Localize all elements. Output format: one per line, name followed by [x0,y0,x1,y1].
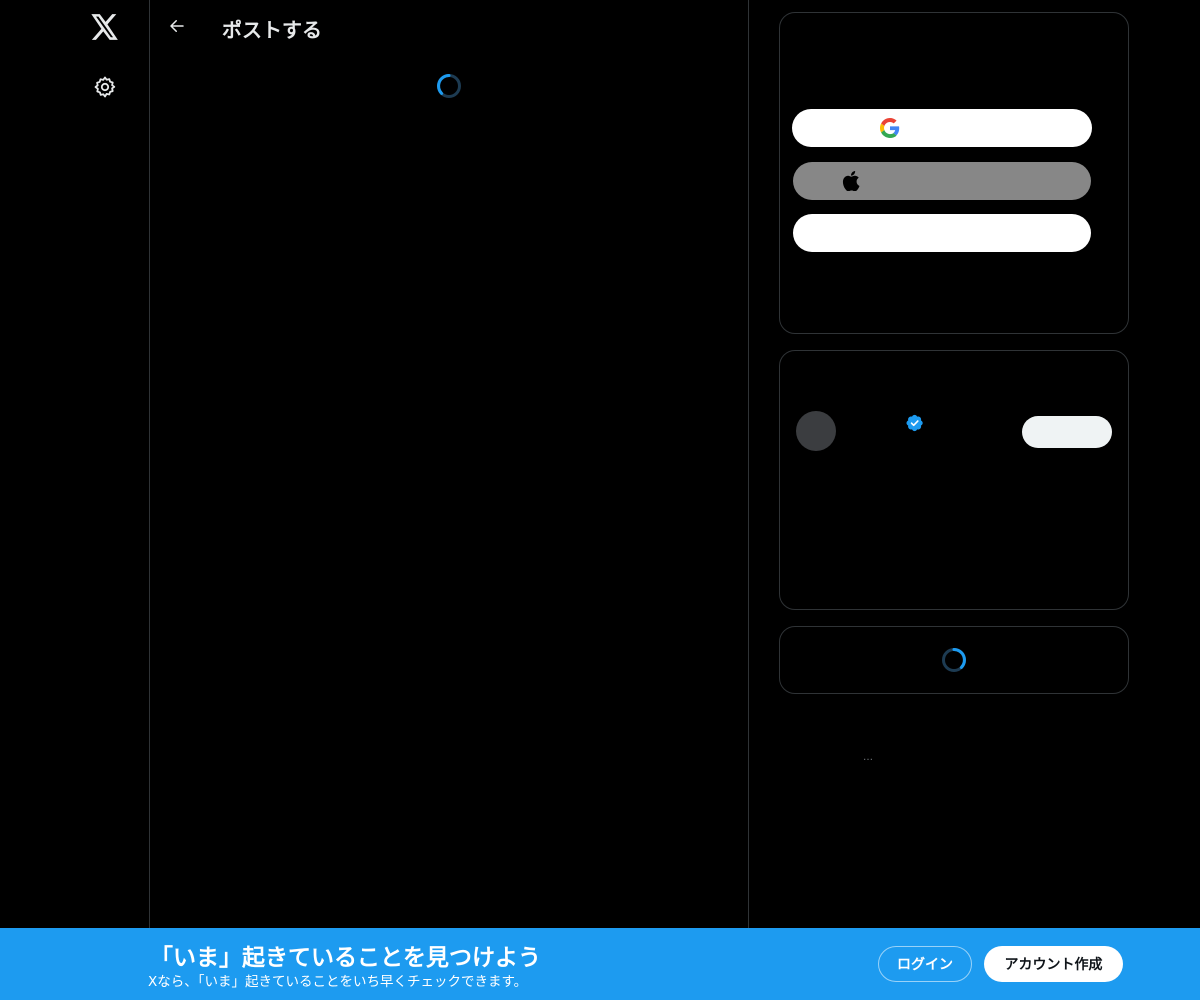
signup-card [779,12,1129,334]
gear-icon[interactable] [90,72,120,102]
spinner-icon [436,73,462,99]
login-button[interactable]: ログイン [878,946,972,982]
left-navigation [0,0,150,1000]
spinner-icon [941,647,967,673]
create-account-button[interactable] [793,214,1091,252]
verified-badge-icon [906,414,924,432]
who-to-follow-card [779,350,1129,610]
google-signin-button[interactable] [792,109,1092,147]
page-header: ポストする [150,0,748,54]
apple-icon [841,171,861,191]
x-logo-icon[interactable] [88,10,122,44]
trends-card [779,626,1129,694]
right-sidebar: … [779,0,1129,1000]
arrow-left-icon [170,20,184,32]
google-icon [880,118,900,138]
login-banner: 「いま」起きていることを見つけよう Xなら、「いま」起きていることをいち早くチェ… [0,928,1200,1000]
avatar[interactable] [796,411,836,451]
main-column: ポストする [150,0,749,1000]
apple-signin-button[interactable] [793,162,1091,200]
banner-subtitle: Xなら、「いま」起きていることをいち早くチェックできます。 [148,974,528,990]
signup-button[interactable]: アカウント作成 [984,946,1123,982]
more-link[interactable]: … [863,752,874,763]
banner-title: 「いま」起きていることを見つけよう [150,945,541,971]
follow-button[interactable] [1022,416,1112,448]
back-button[interactable] [162,11,192,41]
page-title: ポストする [222,18,322,42]
